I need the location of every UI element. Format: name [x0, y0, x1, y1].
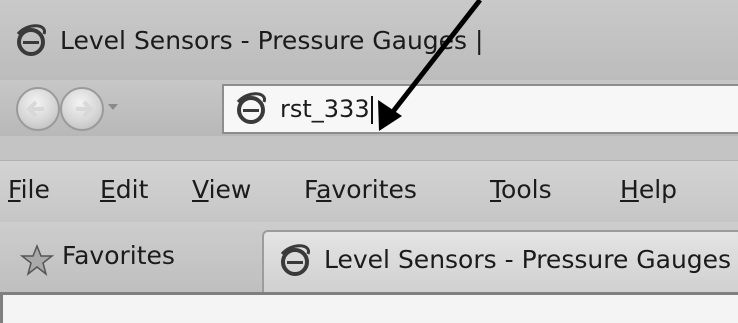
window-title: Level Sensors - Pressure Gauges | — [60, 26, 484, 55]
forward-arrow-icon — [76, 100, 94, 118]
ie-logo-icon — [236, 92, 266, 124]
menu-favorites-pre: F — [304, 175, 317, 204]
star-icon — [20, 244, 54, 276]
menu-favorites-label: vorites — [331, 175, 417, 204]
address-input[interactable]: rst_333 — [280, 92, 720, 126]
menu-help-accel: H — [620, 175, 639, 204]
back-arrow-icon — [26, 100, 44, 118]
menu-bar: File Edit View Favorites Tools Help — [0, 160, 738, 223]
forward-button[interactable] — [60, 87, 104, 131]
page-content — [0, 292, 738, 323]
menu-tools-label: ools — [501, 175, 552, 204]
address-text: rst_333 — [280, 95, 370, 123]
menu-view-label: iew — [208, 175, 252, 204]
navigation-bar: rst_333 — [0, 80, 738, 136]
menu-edit-label: dit — [115, 175, 149, 204]
browser-window: Level Sensors - Pressure Gauges | rst_33… — [0, 0, 738, 323]
menu-edit[interactable]: Edit — [100, 175, 148, 204]
menu-help[interactable]: Help — [620, 175, 677, 204]
favorites-bar: Favorites Level Sensors - Pressure Gauge… — [0, 222, 738, 292]
menu-file-label: ile — [20, 175, 50, 204]
menu-help-label: elp — [638, 175, 678, 204]
ie-logo-icon — [16, 24, 46, 56]
menu-favorites[interactable]: Favorites — [304, 175, 417, 204]
chevron-down-icon[interactable] — [106, 100, 120, 114]
menu-tools-accel: T — [490, 175, 502, 204]
text-caret — [370, 96, 373, 124]
address-bar[interactable]: rst_333 — [222, 84, 738, 134]
ie-logo-icon — [280, 244, 310, 276]
menu-file-accel: F — [8, 175, 21, 204]
menu-view[interactable]: View — [192, 175, 251, 204]
menu-edit-accel: E — [100, 175, 116, 204]
favorites-button[interactable]: Favorites — [62, 241, 175, 270]
menu-tools[interactable]: Tools — [490, 175, 552, 204]
menu-favorites-accel: a — [316, 175, 332, 204]
tab-level-sensors[interactable]: Level Sensors - Pressure Gauges — [262, 230, 738, 292]
back-button[interactable] — [16, 87, 60, 131]
title-bar: Level Sensors - Pressure Gauges | — [0, 0, 738, 80]
menu-view-accel: V — [192, 175, 209, 204]
tab-label: Level Sensors - Pressure Gauges — [324, 245, 732, 274]
menu-file[interactable]: File — [8, 175, 50, 204]
